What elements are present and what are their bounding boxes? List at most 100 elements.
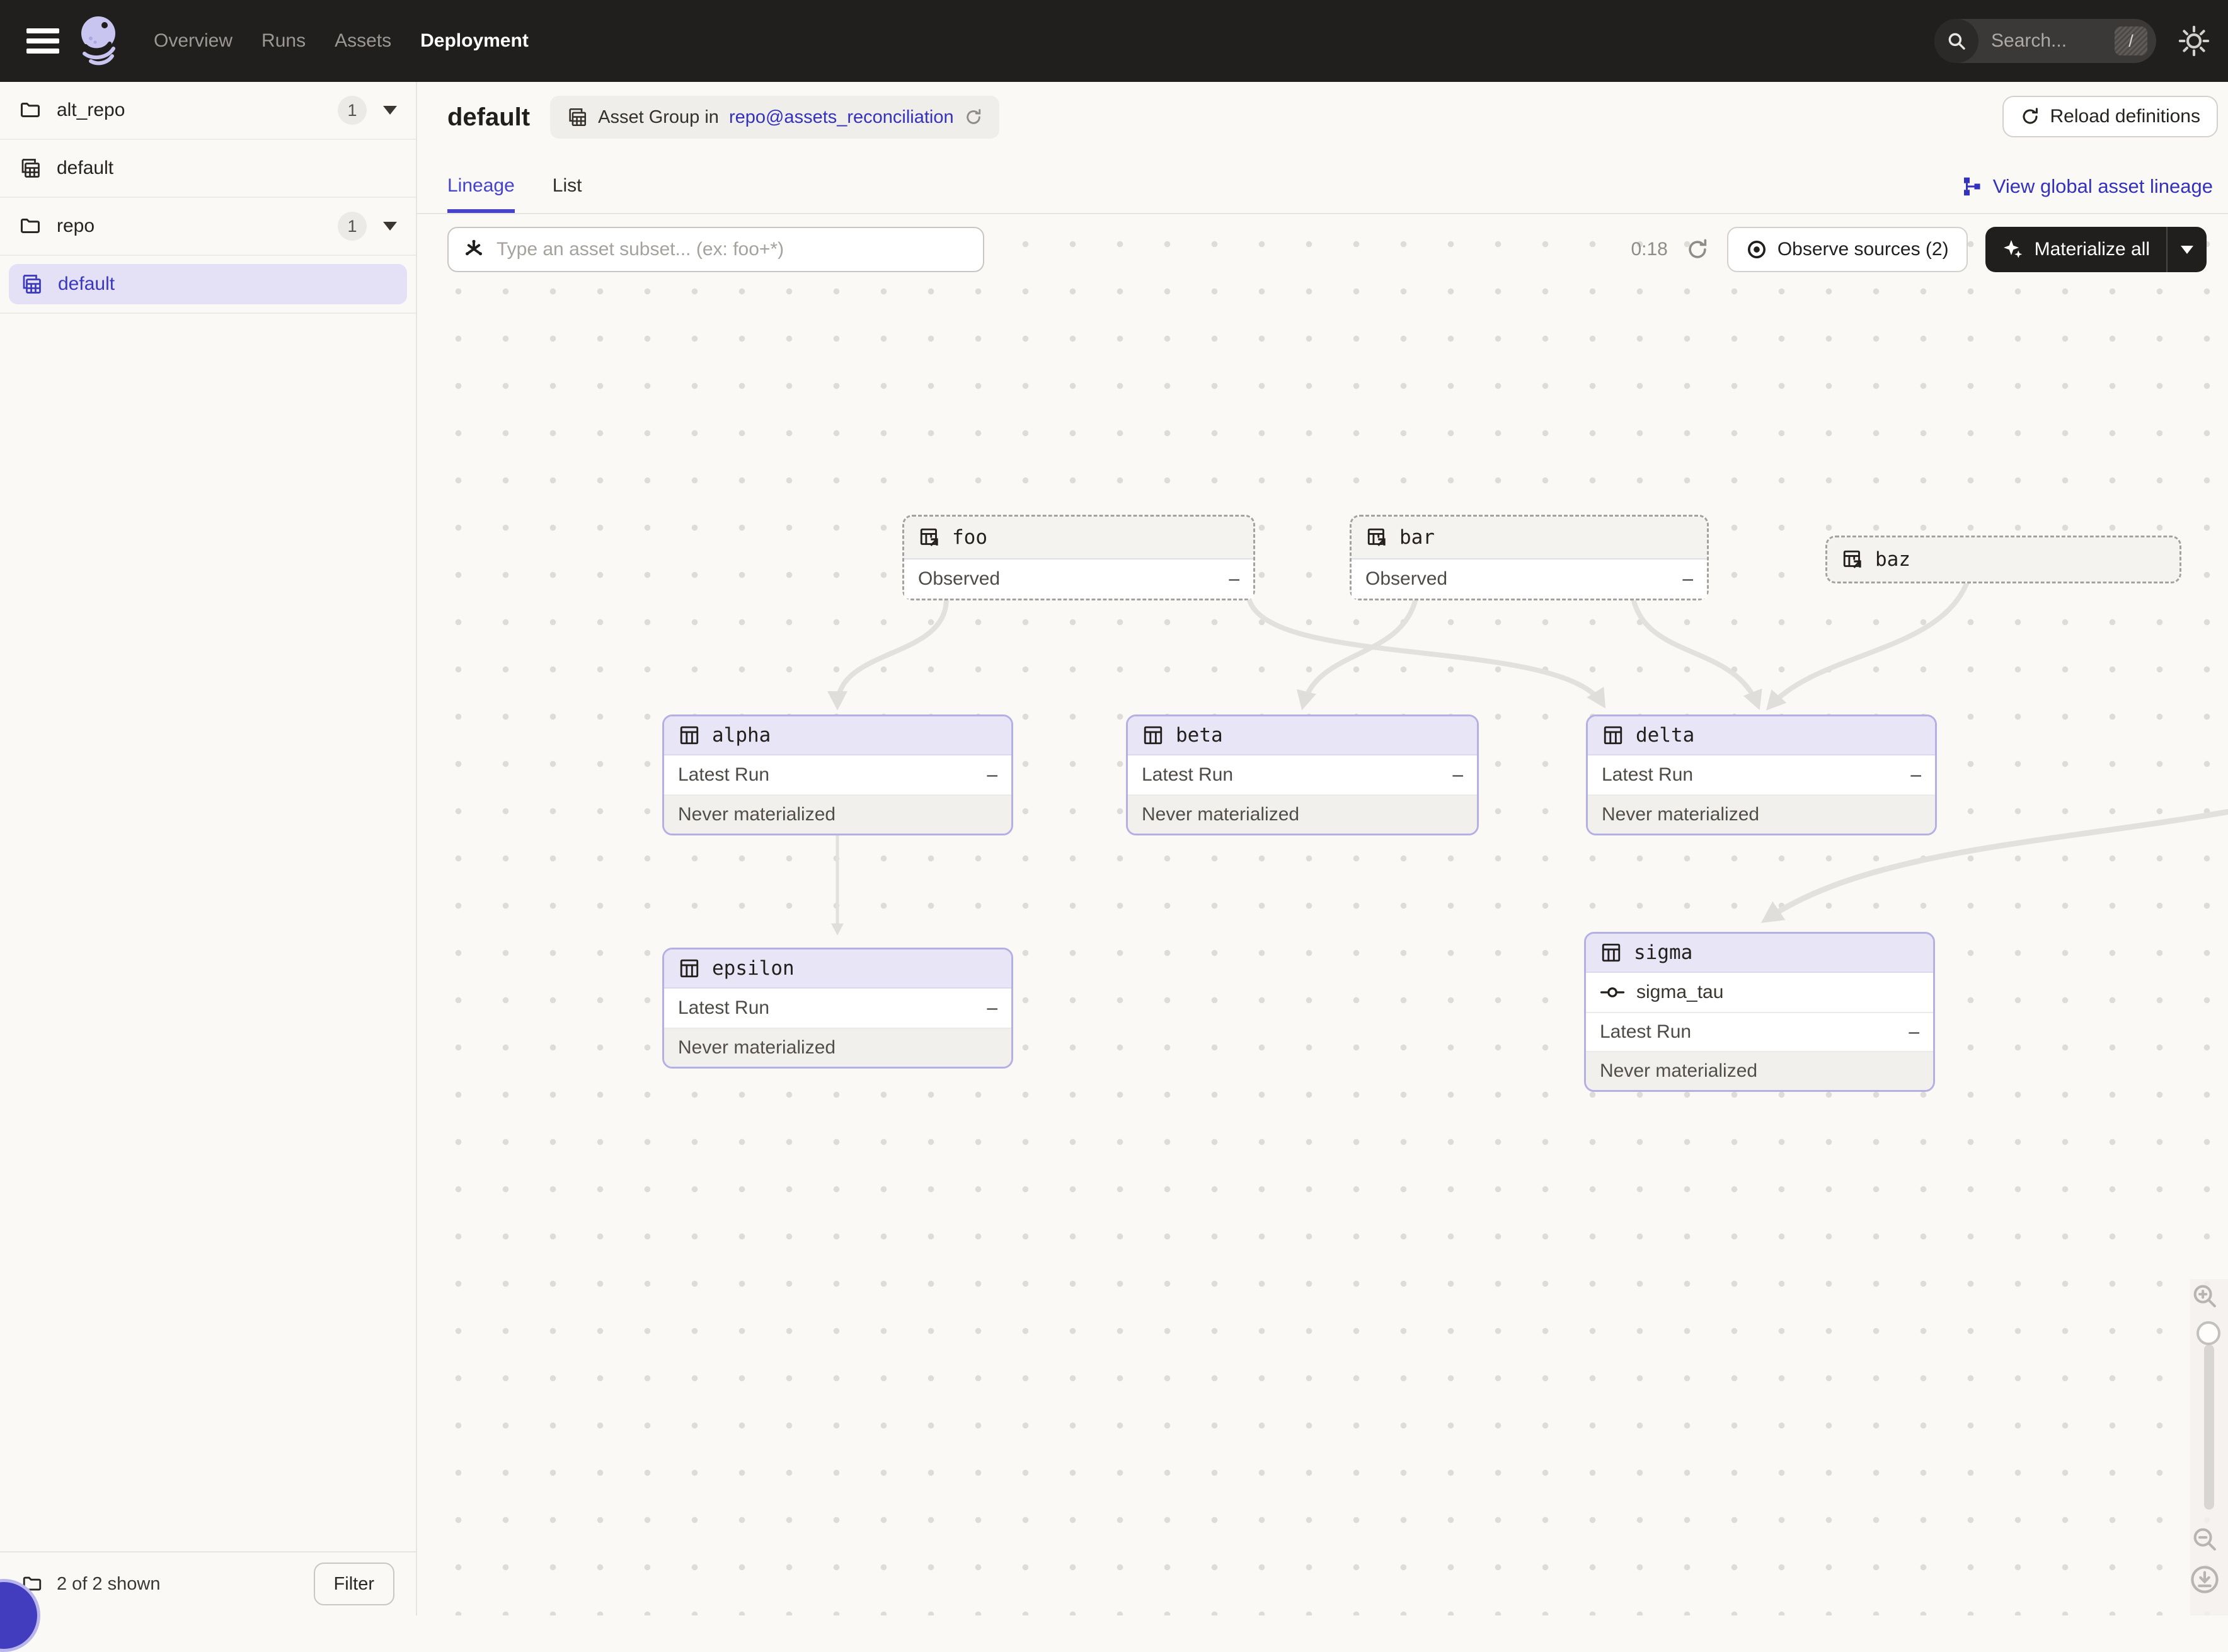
asset-name: alpha [712, 724, 771, 747]
sidebar-item-label: alt_repo [57, 100, 125, 121]
asset-node-baz[interactable]: baz [1825, 536, 2181, 583]
recenter-download-icon[interactable] [2189, 1564, 2220, 1595]
search-shortcut-key: / [2115, 26, 2147, 55]
search-placeholder: Search... [1991, 30, 2115, 52]
materialize-options-dropdown[interactable] [2168, 227, 2207, 272]
page-title: default [447, 103, 530, 132]
sidebar-item-default-selected-row: default [0, 256, 416, 314]
nav-assets[interactable]: Assets [335, 30, 391, 52]
asset-node-alpha[interactable]: alpha Latest Run– Never materialized [662, 714, 1013, 835]
asset-node-delta[interactable]: delta Latest Run– Never materialized [1586, 714, 1937, 835]
chevron-down-icon[interactable] [383, 106, 397, 115]
repo-location-link[interactable]: repo@assets_reconciliation [729, 107, 954, 128]
search-input[interactable]: Search... / [1934, 19, 2156, 63]
asset-table-icon [1600, 941, 1622, 964]
materialize-all-label: Materialize all [2035, 239, 2150, 260]
dagster-logo-icon[interactable] [77, 14, 123, 67]
sidebar-item-default-selected[interactable]: default [9, 264, 407, 304]
tab-list[interactable]: List [553, 175, 582, 213]
code-location-icon [20, 273, 43, 295]
asset-table-icon [1142, 724, 1164, 747]
asset-name: foo [952, 526, 987, 549]
asset-count-badge: 1 [338, 96, 367, 125]
asset-node-header: delta [1588, 716, 1935, 755]
folder-icon [19, 215, 42, 238]
view-global-asset-lineage-link[interactable]: View global asset lineage [1960, 175, 2213, 198]
settings-gear-icon[interactable] [2178, 25, 2210, 57]
asset-node-beta[interactable]: beta Latest Run– Never materialized [1126, 714, 1479, 835]
view-global-asset-lineage-label: View global asset lineage [1993, 175, 2213, 198]
reload-definitions-button[interactable]: Reload definitions [2002, 96, 2219, 137]
asset-table-icon [678, 724, 701, 747]
sidebar-item-repo[interactable]: repo 1 [0, 198, 416, 256]
reload-definitions-label: Reload definitions [2050, 106, 2201, 127]
nav-runs[interactable]: Runs [261, 30, 306, 52]
latest-run-row: Latest Run– [1128, 755, 1477, 794]
asset-name: delta [1636, 724, 1694, 747]
asset-check-row[interactable]: sigma_tau [1586, 973, 1933, 1012]
materialization-status-row: Never materialized [1588, 794, 1935, 834]
lineage-toolbar: 0:18 Observe sources (2) [417, 227, 2228, 273]
sidebar-item-label: default [58, 273, 115, 295]
asset-name: beta [1176, 724, 1223, 747]
asset-count-badge: 1 [338, 212, 367, 241]
asset-node-header: epsilon [664, 949, 1011, 989]
lineage-canvas[interactable]: 0:18 Observe sources (2) [417, 215, 2228, 1615]
sidebar-item-label: default [57, 158, 113, 179]
refresh-icon[interactable] [964, 108, 983, 127]
materialization-status-row: Never materialized [664, 1028, 1011, 1067]
observed-row: Observed– [904, 559, 1253, 599]
materialize-all-button-group: Materialize all [1985, 227, 2207, 272]
latest-run-row: Latest Run– [664, 989, 1011, 1028]
tab-lineage[interactable]: Lineage [447, 175, 515, 213]
asset-group-prefix: Asset Group in [598, 107, 719, 128]
folder-icon [19, 99, 42, 122]
asset-node-header: bar [1352, 517, 1707, 559]
asset-group-header: default Asset Group in repo@assets_recon… [417, 82, 2228, 214]
asset-node-header: baz [1827, 537, 2179, 582]
asset-node-header: alpha [664, 716, 1011, 755]
latest-run-row: Latest Run– [1588, 755, 1935, 794]
refresh-icon [2020, 106, 2040, 127]
asset-name: epsilon [712, 957, 795, 980]
asset-node-bar[interactable]: bar Observed– [1350, 515, 1709, 600]
materialization-status-row: Never materialized [1586, 1051, 1933, 1090]
chevron-down-icon[interactable] [383, 222, 397, 231]
asset-table-icon [678, 957, 701, 980]
search-icon [1934, 19, 1978, 63]
primary-nav: Overview Runs Assets Deployment [154, 30, 529, 52]
asset-node-sigma[interactable]: sigma sigma_tau Latest Run– Never materi… [1584, 932, 1935, 1092]
asset-node-foo[interactable]: foo Observed– [902, 515, 1255, 600]
refresh-icon[interactable] [1685, 238, 1709, 261]
sidebar-item-alt-repo[interactable]: alt_repo 1 [0, 82, 416, 140]
zoom-slider-track[interactable] [2204, 1345, 2214, 1510]
observe-eye-icon [1746, 239, 1767, 260]
asset-subset-filter[interactable] [447, 227, 984, 272]
lineage-edges [417, 215, 2228, 1615]
op-selector-icon [462, 238, 485, 261]
sidebar-item-default-alt[interactable]: default [0, 140, 416, 198]
observe-sources-button[interactable]: Observe sources (2) [1727, 227, 1968, 272]
asset-subset-input[interactable] [497, 239, 969, 260]
zoom-slider-handle[interactable] [2196, 1321, 2220, 1345]
asset-node-header: foo [904, 517, 1253, 559]
sidebar-footer: 2 of 2 shown Filter [0, 1551, 416, 1615]
materialize-sparkle-icon [2002, 238, 2024, 261]
zoom-out-icon[interactable] [2190, 1525, 2219, 1554]
filter-button[interactable]: Filter [314, 1563, 394, 1605]
asset-name: sigma [1634, 941, 1692, 964]
materialization-status-row: Never materialized [1128, 794, 1477, 834]
materialize-all-button[interactable]: Materialize all [1985, 227, 2166, 272]
sidebar-item-label: repo [57, 215, 95, 237]
nav-deployment[interactable]: Deployment [420, 30, 529, 52]
asset-node-header: sigma [1586, 934, 1933, 973]
asset-check-name: sigma_tau [1636, 982, 1723, 1003]
asset-check-icon [1600, 983, 1625, 1002]
zoom-in-icon[interactable] [2190, 1282, 2219, 1311]
hamburger-menu-icon[interactable] [26, 28, 59, 54]
view-tabs: Lineage List [447, 175, 582, 213]
code-location-icon [566, 106, 588, 128]
asset-node-epsilon[interactable]: epsilon Latest Run– Never materialized [662, 948, 1013, 1069]
nav-overview[interactable]: Overview [154, 30, 233, 52]
latest-run-row: Latest Run– [1586, 1012, 1933, 1051]
